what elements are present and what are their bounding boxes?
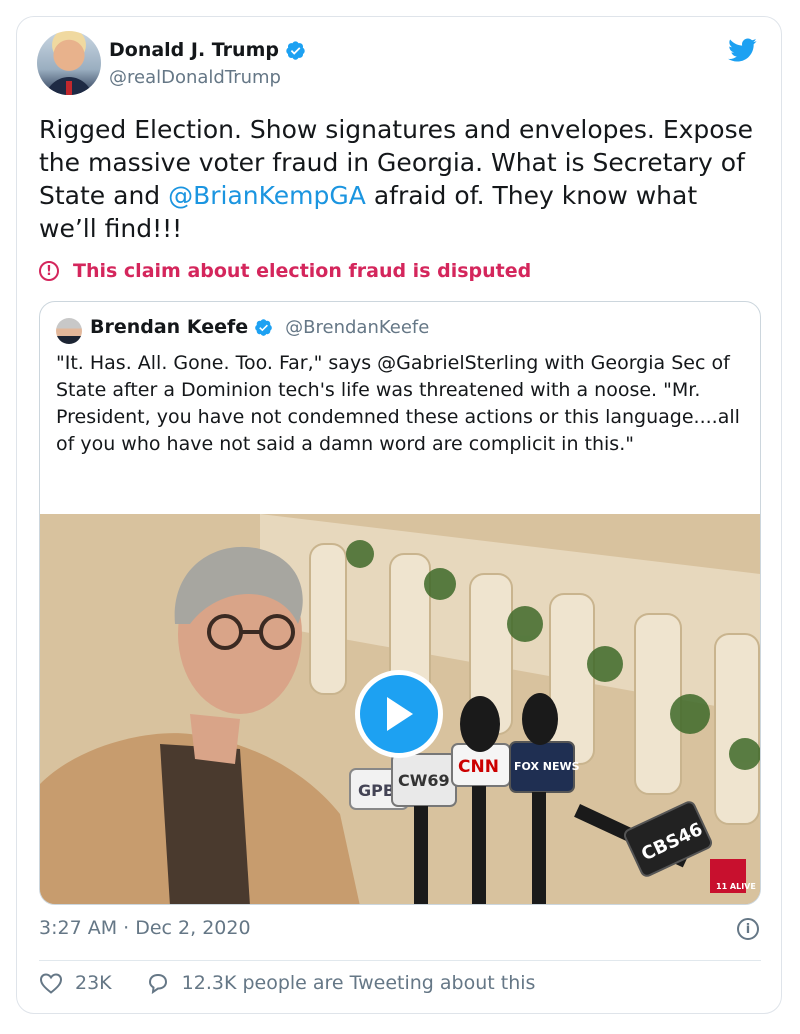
author-handle[interactable]: @realDonaldTrump — [109, 67, 281, 88]
play-icon — [387, 697, 413, 731]
verified-badge-icon — [286, 40, 305, 60]
dispute-alert-icon: ! — [39, 261, 59, 281]
author-name[interactable]: Donald J. Trump — [109, 39, 279, 61]
twitter-bird-icon[interactable] — [725, 35, 759, 65]
dispute-notice[interactable]: ! This claim about election fraud is dis… — [39, 260, 531, 282]
like-action[interactable]: 23K — [39, 972, 112, 994]
mic-label-fox: FOX NEWS — [514, 760, 580, 773]
author-avatar[interactable] — [37, 31, 101, 95]
avatar-tie — [66, 81, 72, 95]
play-button[interactable] — [355, 670, 443, 758]
like-count: 23K — [75, 972, 112, 994]
mic-label-cnn: CNN — [458, 757, 499, 777]
tweet-text: Rigged Election. Show signatures and env… — [39, 113, 759, 245]
tweet-actions: 23K 12.3K people are Tweeting about this — [39, 972, 535, 994]
tweet-timestamp[interactable]: 3:27 AM · Dec 2, 2020 — [39, 917, 251, 939]
reply-bubble-icon[interactable] — [146, 972, 170, 994]
dispute-label[interactable]: This claim about election fraud is dispu… — [73, 260, 531, 282]
quoted-author-handle[interactable]: @BrendanKeefe — [285, 317, 429, 338]
quoted-tweet-text: "It. Has. All. Gone. Too. Far," says @Ga… — [56, 352, 740, 455]
mic-label-cw69: CW69 — [398, 771, 450, 790]
quoted-tweet[interactable]: Brendan Keefe @BrendanKeefe "It. Has. Al… — [39, 301, 761, 905]
mic-label-gpb: GPB — [358, 781, 395, 800]
video-thumbnail[interactable]: GPB CW69 CNN FOX NEWS CBS46 11 ALIVE — [40, 514, 760, 904]
quoted-author-row[interactable]: Brendan Keefe @BrendanKeefe — [90, 316, 429, 338]
info-icon[interactable]: i — [737, 918, 759, 940]
tweet-card: Donald J. Trump @realDonaldTrump Rigged … — [16, 16, 782, 1014]
quoted-author-avatar[interactable] — [56, 318, 82, 344]
conversation-count: 12.3K people are Tweeting about this — [181, 972, 536, 994]
verified-badge-icon — [255, 318, 272, 336]
divider — [39, 960, 761, 961]
conversation-action[interactable]: 12.3K people are Tweeting about this — [146, 972, 536, 994]
author-name-row[interactable]: Donald J. Trump — [109, 39, 306, 61]
mic-label-11alive: 11 ALIVE — [716, 882, 756, 891]
heart-icon[interactable] — [39, 972, 63, 994]
quoted-author-name[interactable]: Brendan Keefe — [90, 316, 248, 338]
mention-link[interactable]: @BrianKempGA — [168, 181, 366, 210]
